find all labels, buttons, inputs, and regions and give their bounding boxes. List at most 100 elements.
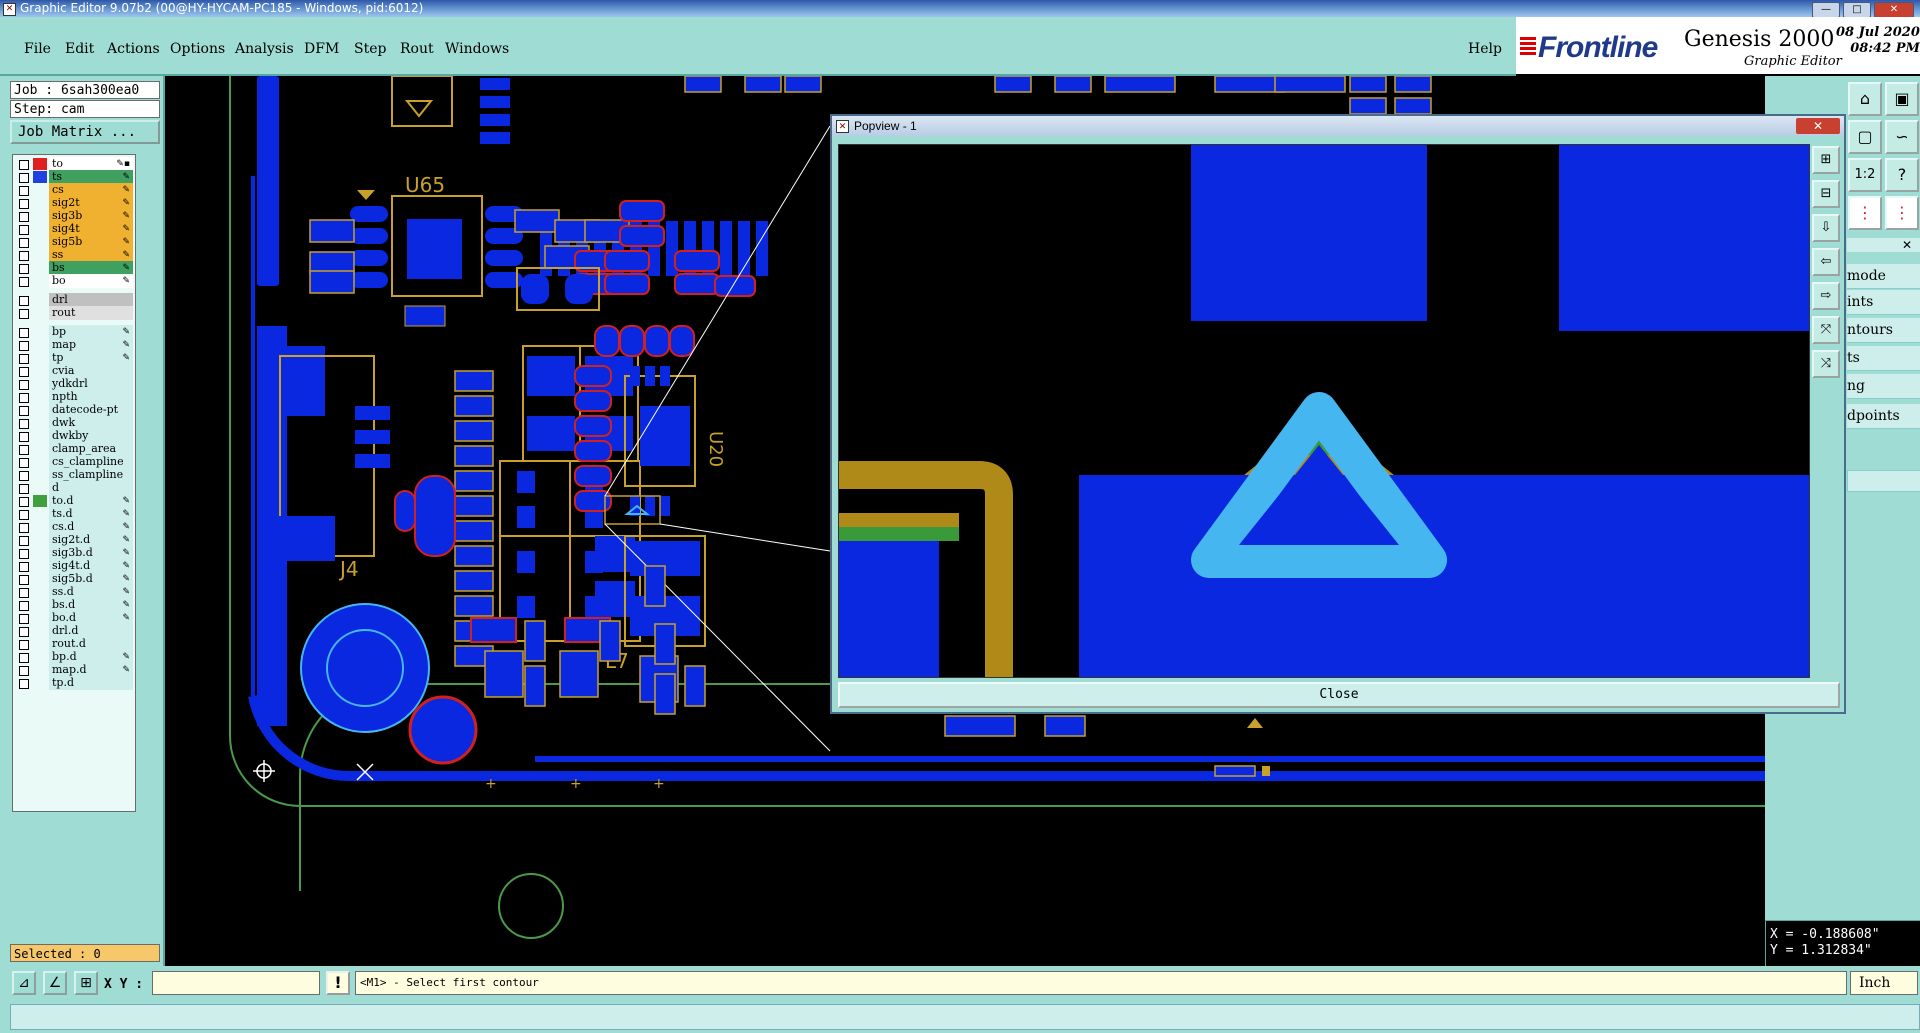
layer-color-swatch[interactable] (33, 495, 47, 507)
layer-checkbox[interactable] (19, 212, 29, 222)
layer-row[interactable]: npth (13, 390, 135, 404)
layer-name[interactable]: bs ✎ (49, 261, 133, 275)
layer-row[interactable]: cs_clampline (13, 455, 135, 469)
layer-row[interactable]: sig3b.d ✎ (13, 546, 135, 560)
list-item-ts[interactable]: ts (1847, 346, 1920, 371)
layer-color-swatch[interactable] (33, 158, 47, 170)
layer-checkbox[interactable] (19, 199, 29, 209)
layer-name[interactable]: npth (49, 390, 133, 404)
layer-name[interactable]: sig3b ✎ (49, 209, 133, 223)
layer-checkbox[interactable] (19, 406, 29, 416)
layer-name[interactable]: sig2t.d ✎ (49, 533, 133, 547)
layer-row[interactable]: tp.d (13, 676, 135, 690)
layer-checkbox[interactable] (19, 614, 29, 624)
maximize-button[interactable]: □ (1843, 2, 1871, 18)
zoom-icon[interactable]: ▢ (1848, 120, 1882, 154)
layer-name[interactable]: sig4t ✎ (49, 222, 133, 236)
layer-row[interactable]: bs.d ✎ (13, 598, 135, 612)
layer-checkbox[interactable] (19, 497, 29, 507)
layer-row[interactable]: tp ✎ (13, 351, 135, 365)
menu-windows[interactable]: Windows (445, 41, 509, 57)
layer-row[interactable]: datecode-pt (13, 403, 135, 417)
layer-color-swatch[interactable] (33, 307, 47, 319)
layer-row[interactable]: sig2t.d ✎ (13, 533, 135, 547)
layer-row[interactable]: ss.d ✎ (13, 585, 135, 599)
layer-checkbox[interactable] (19, 296, 29, 306)
layer-color-swatch[interactable] (33, 482, 47, 494)
layer-name[interactable]: to.d ✎ (49, 494, 133, 508)
layer-row[interactable]: to.d ✎ (13, 494, 135, 508)
measure-icon[interactable]: ∠ (43, 971, 67, 995)
layer-color-swatch[interactable] (33, 599, 47, 611)
unit-selector[interactable]: Inch (1850, 971, 1918, 995)
layer-color-swatch[interactable] (33, 586, 47, 598)
layer-checkbox[interactable] (19, 640, 29, 650)
layer-row[interactable]: sig5b.d ✎ (13, 572, 135, 586)
layer-color-swatch[interactable] (33, 638, 47, 650)
layer-name[interactable]: ydkdrl (49, 377, 133, 391)
layer-name[interactable]: bs.d ✎ (49, 598, 133, 612)
pv-reset-icon[interactable]: ⤨ (1812, 350, 1840, 378)
minimize-button[interactable]: — (1812, 2, 1840, 18)
list-item-ints[interactable]: ints (1847, 290, 1920, 315)
layer-color-swatch[interactable] (33, 573, 47, 585)
pv-zoom-out-icon[interactable]: ⊟ (1812, 180, 1840, 208)
layer-name[interactable]: map.d ✎ (49, 663, 133, 677)
layer-row[interactable]: bs ✎ (13, 261, 135, 275)
net-icon[interactable]: ⋮ (1848, 196, 1882, 230)
layer-color-swatch[interactable] (33, 210, 47, 222)
layer-name[interactable]: bo ✎ (49, 274, 133, 288)
layer-row[interactable]: cs ✎ (13, 183, 135, 197)
menu-options[interactable]: Options (170, 41, 225, 57)
window-icon[interactable]: ▣ (1885, 82, 1919, 116)
layer-row[interactable]: ydkdrl (13, 377, 135, 391)
xy-input[interactable] (152, 971, 320, 995)
layer-row[interactable]: map ✎ (13, 338, 135, 352)
layer-color-swatch[interactable] (33, 339, 47, 351)
layer-row[interactable]: dwkby (13, 429, 135, 443)
layer-name[interactable]: ss ✎ (49, 248, 133, 262)
layer-name[interactable]: drl (49, 293, 133, 307)
layer-name[interactable]: clamp_area (49, 442, 133, 456)
layer-name[interactable]: sig5b.d ✎ (49, 572, 133, 586)
pv-fit-icon[interactable]: ⤧ (1812, 316, 1840, 344)
layer-name[interactable]: rout.d (49, 637, 133, 651)
layer-color-swatch[interactable] (33, 275, 47, 287)
layer-name[interactable]: bo.d ✎ (49, 611, 133, 625)
menu-help[interactable]: Help (1468, 41, 1502, 57)
layer-color-swatch[interactable] (33, 223, 47, 235)
layer-checkbox[interactable] (19, 238, 29, 248)
layer-row[interactable]: drl.d (13, 624, 135, 638)
layer-name[interactable]: cs_clampline (49, 455, 133, 469)
layer-checkbox[interactable] (19, 186, 29, 196)
layer-color-swatch[interactable] (33, 326, 47, 338)
layer-row[interactable]: dwk (13, 416, 135, 430)
layer-row[interactable]: to ✎▪ (13, 157, 135, 171)
list-item-mode[interactable]: mode (1847, 264, 1920, 289)
layer-row[interactable]: rout.d (13, 637, 135, 651)
layer-color-swatch[interactable] (33, 262, 47, 274)
layer-color-swatch[interactable] (33, 197, 47, 209)
layer-name[interactable]: tp.d (49, 676, 133, 690)
layer-color-swatch[interactable] (33, 547, 47, 559)
menu-analysis[interactable]: Analysis (235, 41, 294, 57)
popview-close-button[interactable]: Close (838, 682, 1840, 708)
layer-name[interactable]: ss.d ✎ (49, 585, 133, 599)
net2-icon[interactable]: ⋮ (1885, 196, 1919, 230)
layer-checkbox[interactable] (19, 679, 29, 689)
layer-checkbox[interactable] (19, 264, 29, 274)
layer-name[interactable]: cs ✎ (49, 183, 133, 197)
layer-checkbox[interactable] (19, 225, 29, 235)
layer-checkbox[interactable] (19, 432, 29, 442)
layer-row[interactable]: bp ✎ (13, 325, 135, 339)
menu-rout[interactable]: Rout (400, 41, 434, 57)
layer-row[interactable]: sig5b ✎ (13, 235, 135, 249)
pv-zoom-in-icon[interactable]: ⊞ (1812, 146, 1840, 174)
layer-row[interactable]: sig3b ✎ (13, 209, 135, 223)
layer-color-swatch[interactable] (33, 365, 47, 377)
layer-checkbox[interactable] (19, 380, 29, 390)
grid-icon[interactable]: ⊞ (74, 971, 98, 995)
menu-step[interactable]: Step (354, 41, 386, 57)
popview-close-icon[interactable]: ✕ (1796, 118, 1840, 134)
pv-pan-left-icon[interactable]: ⇦ (1812, 248, 1840, 276)
